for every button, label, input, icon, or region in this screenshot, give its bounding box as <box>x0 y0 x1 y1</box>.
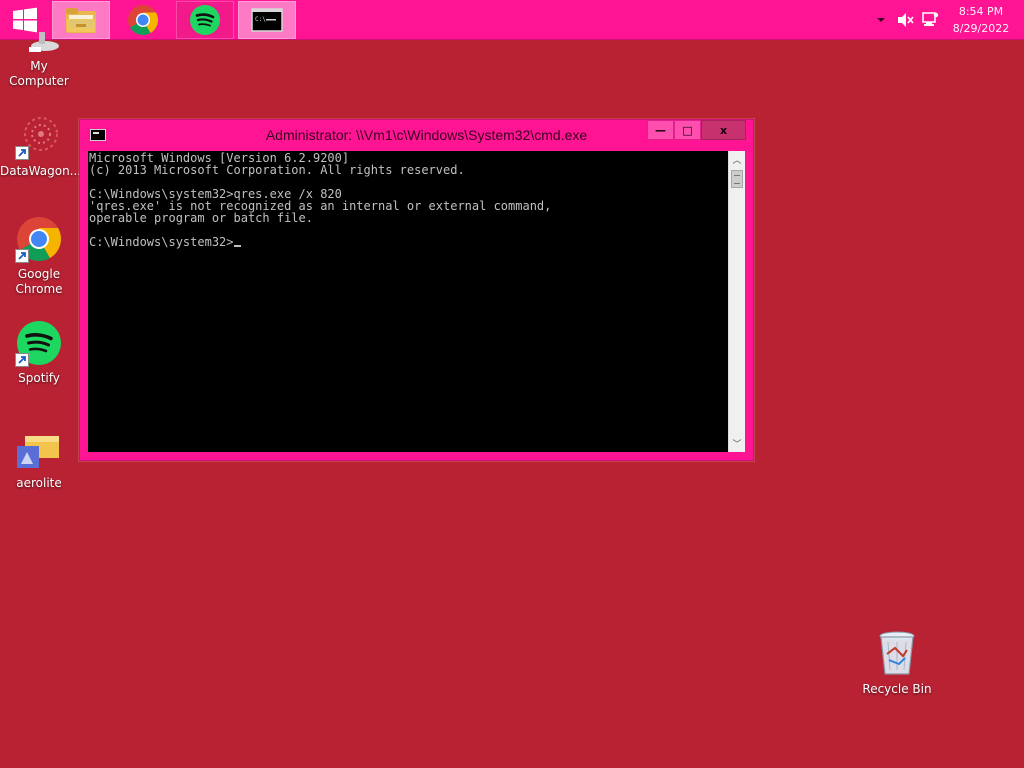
desktop-icon-label: My Computer <box>9 59 69 88</box>
shortcut-arrow-icon <box>15 249 29 263</box>
desktop-icon-label: Recycle Bin <box>862 682 932 696</box>
close-button[interactable]: x <box>701 120 746 140</box>
chrome-icon <box>15 215 63 263</box>
close-icon: x <box>719 123 728 137</box>
taskbar-clock[interactable]: 8:54 PM 8/29/2022 <box>946 3 1016 37</box>
tray-volume[interactable] <box>895 0 917 40</box>
desktop-icon-aerolite[interactable]: aerolite <box>0 432 78 491</box>
shortcut-arrow-icon <box>15 146 29 160</box>
chevron-up-icon <box>877 18 885 22</box>
cmd-window[interactable]: Administrator: \\Vm1\c\Windows\System32\… <box>79 119 754 461</box>
chevron-up-icon: ︿ <box>732 156 742 166</box>
text-cursor <box>233 245 241 247</box>
minimize-button[interactable]: — <box>647 120 674 140</box>
console-prompt: C:\Windows\system32> <box>89 235 234 249</box>
spotify-icon <box>190 5 220 35</box>
datawagon-icon <box>15 112 63 160</box>
desktop-icon-recycle-bin[interactable]: Recycle Bin <box>858 630 936 697</box>
console-line: operable program or batch file. <box>89 211 313 225</box>
desktop-icon-label: DataWagon... <box>0 164 82 178</box>
network-icon <box>922 12 939 26</box>
clock-date: 8/29/2022 <box>952 22 1010 35</box>
desktop-icon-my-computer[interactable]: My Computer <box>0 30 78 89</box>
shortcut-arrow-icon <box>15 353 29 367</box>
chevron-down-icon: ﹀ <box>732 440 742 450</box>
minimize-icon: — <box>655 123 666 137</box>
chrome-icon <box>128 5 159 36</box>
desktop-icon-datawagon[interactable]: DataWagon... <box>0 112 82 179</box>
console-prompt-line[interactable]: C:\Windows\system32> <box>89 236 728 248</box>
desktop-icon-label: aerolite <box>16 476 62 490</box>
spotify-icon <box>15 319 63 367</box>
taskbar-spotify[interactable] <box>176 1 234 39</box>
aerolite-icon <box>15 432 63 472</box>
taskbar: C:\ 8:54 PM 8/29/2022 <box>0 0 1024 40</box>
window-titlebar[interactable]: Administrator: \\Vm1\c\Windows\System32\… <box>80 120 753 151</box>
tray-network[interactable] <box>919 0 941 40</box>
speaker-muted-icon <box>898 13 914 27</box>
computer-icon <box>15 30 63 54</box>
tray-overflow-button[interactable] <box>873 0 889 40</box>
scroll-down-button[interactable]: ﹀ <box>729 435 745 452</box>
desktop-icon-label: Spotify <box>18 371 60 385</box>
taskbar-chrome[interactable] <box>114 1 172 39</box>
cmd-icon: C:\ <box>251 8 283 32</box>
scroll-up-button[interactable]: ︿ <box>729 151 745 168</box>
console-line: (c) 2013 Microsoft Corporation. All righ… <box>89 163 465 177</box>
maximize-button[interactable]: □ <box>674 120 701 140</box>
maximize-icon: □ <box>682 123 693 137</box>
clock-time: 8:54 PM <box>958 5 1004 18</box>
scrollbar-thumb[interactable] <box>731 170 743 188</box>
console-output[interactable]: Microsoft Windows [Version 6.2.9200] (c)… <box>88 151 728 452</box>
vertical-scrollbar[interactable]: ︿ ﹀ <box>728 151 745 452</box>
desktop-icon-spotify[interactable]: Spotify <box>0 319 78 386</box>
svg-text:C:\: C:\ <box>255 16 266 23</box>
taskbar-cmd[interactable]: C:\ <box>238 1 296 39</box>
recycle-bin-icon <box>873 630 921 678</box>
desktop-icon-label: Google Chrome <box>15 267 63 296</box>
desktop-icon-google-chrome[interactable]: Google Chrome <box>0 215 78 297</box>
